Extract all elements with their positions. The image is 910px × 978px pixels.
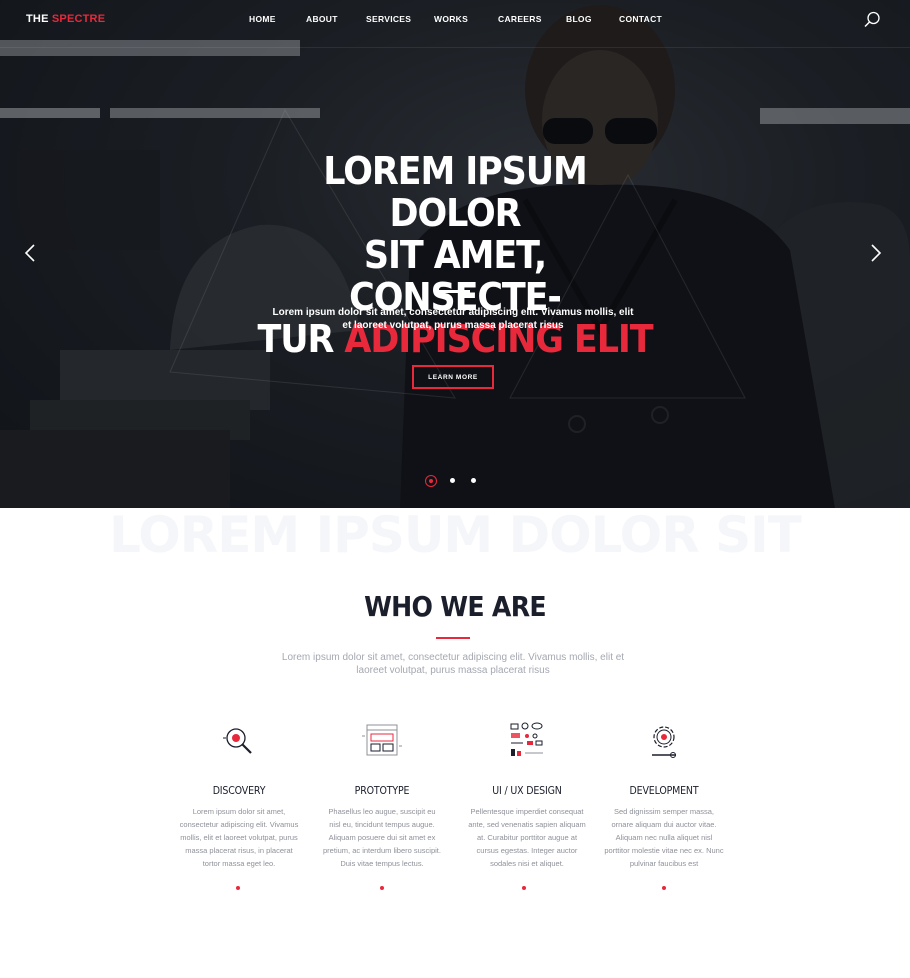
- section-subtitle: Lorem ipsum dolor sit amet, consectetur …: [281, 652, 625, 676]
- nav-item-blog[interactable]: BLOG: [566, 14, 592, 24]
- hero-subtitle: Lorem ipsum dolor sit amet, consectetur …: [272, 307, 634, 331]
- feature-text: Sed dignissim semper massa, ornare aliqu…: [604, 807, 724, 868]
- feature-card-prototype: PROTOTYPE Phasellus leo augue, suscipit …: [322, 718, 442, 870]
- feature-dot-indicator: [380, 886, 384, 890]
- slider-dot-1[interactable]: [425, 475, 437, 487]
- feature-card-ui-ux-design: UI / UX DESIGN Pellentesque imperdiet co…: [467, 718, 587, 870]
- slider-next-arrow-icon[interactable]: [866, 242, 884, 264]
- nav-item-works[interactable]: WORKS: [434, 14, 468, 24]
- hero-slider: THE SPECTRE HOME ABOUT SERVICES WORKS CA…: [0, 0, 910, 508]
- feature-dot-indicator: [662, 886, 666, 890]
- slider-dot-3[interactable]: [471, 478, 476, 483]
- nav-item-services[interactable]: SERVICES: [366, 14, 411, 24]
- feature-title: DISCOVERY: [212, 784, 266, 797]
- nav-item-home[interactable]: HOME: [249, 14, 276, 24]
- hero-divider: [436, 290, 470, 293]
- section-watermark: LOREM IPSUM DOLOR SIT: [109, 508, 802, 562]
- feature-title: DEVELOPMENT: [629, 784, 699, 797]
- nav-item-careers[interactable]: CAREERS: [498, 14, 542, 24]
- browser-wireframe-icon: [362, 724, 402, 756]
- features-grid: DISCOVERY Lorem ipsum dolor sit amet, co…: [0, 718, 910, 918]
- magnifier-icon: [223, 728, 252, 754]
- slider-dot-2[interactable]: [450, 478, 455, 483]
- feature-card-development: DEVELOPMENT Sed dignissim semper massa, …: [604, 718, 724, 870]
- main-nav: HOME ABOUT SERVICES WORKS CAREERS BLOG C…: [0, 14, 910, 28]
- ui-elements-icon: [510, 722, 543, 756]
- section-divider: [436, 637, 470, 639]
- slider-pagination: [0, 475, 910, 489]
- slider-prev-arrow-icon[interactable]: [22, 242, 40, 264]
- feature-text: Pellentesque imperdiet consequat ante, s…: [468, 807, 586, 868]
- search-icon[interactable]: [862, 10, 882, 30]
- navbar: THE SPECTRE HOME ABOUT SERVICES WORKS CA…: [0, 0, 910, 48]
- hero-title-line1: LOREM IPSUM DOLOR: [323, 149, 587, 235]
- nav-item-contact[interactable]: CONTACT: [619, 14, 662, 24]
- learn-more-button[interactable]: LEARN MORE: [412, 365, 494, 389]
- feature-title: PROTOTYPE: [354, 784, 410, 797]
- feature-card-discovery: DISCOVERY Lorem ipsum dolor sit amet, co…: [179, 718, 299, 870]
- feature-dot-indicator: [522, 886, 526, 890]
- feature-text: Lorem ipsum dolor sit amet, consectetur …: [179, 807, 299, 868]
- gear-wrench-icon: [652, 726, 676, 758]
- feature-dot-indicator: [236, 886, 240, 890]
- feature-text: Phasellus leo augue, suscipit eu nisl eu…: [323, 807, 441, 868]
- feature-title: UI / UX DESIGN: [492, 784, 562, 797]
- section-title: WHO WE ARE: [364, 590, 547, 623]
- nav-item-about[interactable]: ABOUT: [306, 14, 338, 24]
